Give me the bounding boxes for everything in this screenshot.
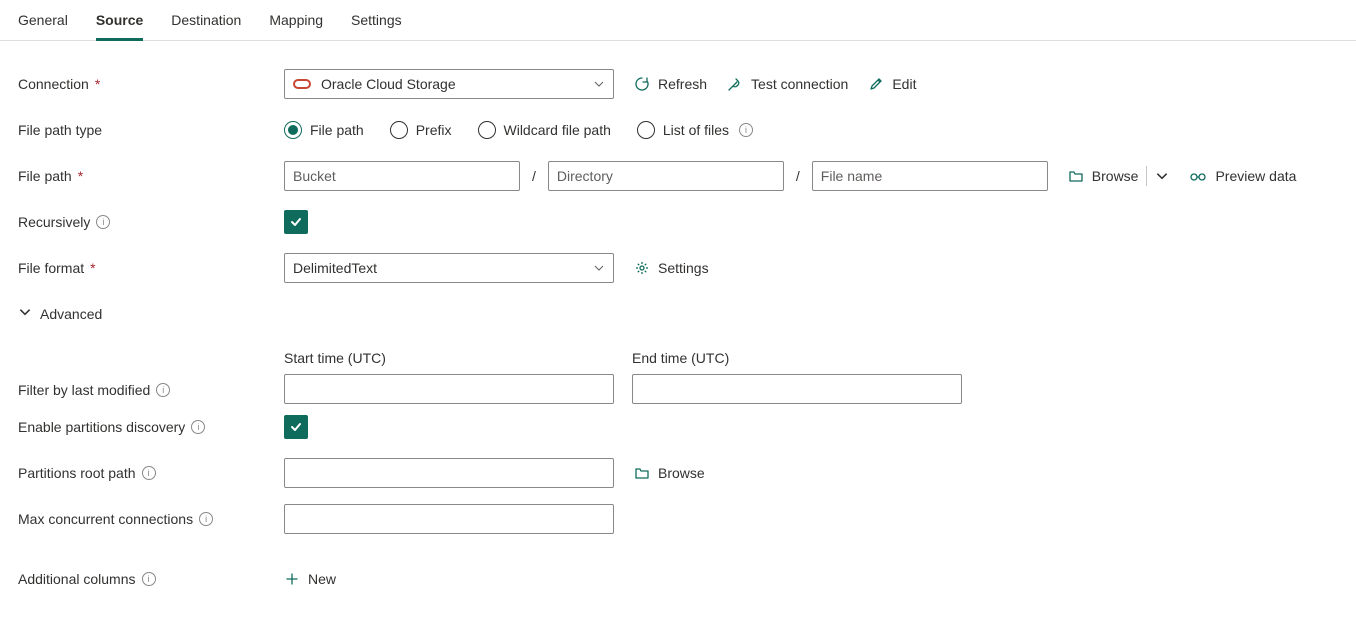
start-time-label: Start time (UTC) — [284, 350, 614, 366]
file-format-label: File format — [18, 260, 84, 276]
new-column-label: New — [308, 571, 336, 587]
recursively-label: Recursively — [18, 214, 90, 230]
partitions-browse-button[interactable]: Browse — [634, 465, 705, 481]
tab-destination[interactable]: Destination — [171, 8, 241, 40]
preview-data-label: Preview data — [1215, 168, 1296, 184]
preview-data-button[interactable]: Preview data — [1189, 168, 1296, 184]
source-form: Connection * Oracle Cloud Storage Refres… — [0, 41, 1356, 632]
connection-label: Connection — [18, 76, 89, 92]
more-menu-button[interactable] — [1155, 169, 1169, 183]
advanced-toggle[interactable]: Advanced — [18, 305, 1338, 322]
file-path-label: File path — [18, 168, 72, 184]
end-time-label: End time (UTC) — [632, 350, 962, 366]
radio-prefix[interactable]: Prefix — [390, 121, 452, 139]
radio-list-of-files-label: List of files — [663, 122, 729, 138]
browse-label: Browse — [1092, 168, 1139, 184]
test-connection-label: Test connection — [751, 76, 848, 92]
pencil-icon — [868, 76, 884, 92]
new-column-button[interactable]: New — [284, 571, 336, 587]
radio-wildcard[interactable]: Wildcard file path — [478, 121, 611, 139]
file-path-type-label: File path type — [18, 122, 102, 138]
edit-button[interactable]: Edit — [868, 76, 916, 92]
filename-input[interactable] — [812, 161, 1048, 191]
chevron-down-icon — [593, 78, 605, 90]
tab-mapping[interactable]: Mapping — [269, 8, 323, 40]
info-icon[interactable]: i — [739, 123, 753, 137]
folder-icon — [634, 465, 650, 481]
glasses-icon — [1189, 168, 1207, 184]
required-marker: * — [90, 260, 95, 276]
filter-last-modified-label: Filter by last modified — [18, 382, 150, 398]
radio-prefix-label: Prefix — [416, 122, 452, 138]
end-time-input[interactable] — [632, 374, 962, 404]
radio-file-path[interactable]: File path — [284, 121, 364, 139]
format-settings-label: Settings — [658, 260, 709, 276]
format-settings-button[interactable]: Settings — [634, 260, 709, 276]
tab-source[interactable]: Source — [96, 8, 143, 41]
additional-columns-label: Additional columns — [18, 571, 136, 587]
radio-file-path-label: File path — [310, 122, 364, 138]
chevron-down-icon — [18, 305, 32, 322]
oracle-icon — [293, 79, 311, 89]
refresh-label: Refresh — [658, 76, 707, 92]
connection-value: Oracle Cloud Storage — [321, 76, 456, 92]
bucket-input[interactable] — [284, 161, 520, 191]
required-marker: * — [95, 76, 100, 92]
test-connection-button[interactable]: Test connection — [727, 76, 848, 92]
radio-list-of-files[interactable]: List of files i — [637, 121, 753, 139]
connection-select[interactable]: Oracle Cloud Storage — [284, 69, 614, 99]
max-concurrent-input[interactable] — [284, 504, 614, 534]
browse-button[interactable]: Browse — [1068, 168, 1139, 184]
tab-bar: General Source Destination Mapping Setti… — [0, 0, 1356, 41]
path-separator: / — [532, 168, 536, 184]
file-format-select[interactable]: DelimitedText — [284, 253, 614, 283]
required-marker: * — [78, 168, 83, 184]
partitions-root-path-input[interactable] — [284, 458, 614, 488]
max-concurrent-label: Max concurrent connections — [18, 511, 193, 527]
file-path-type-radio-group: File path Prefix Wildcard file path List… — [284, 121, 753, 139]
tab-general[interactable]: General — [18, 8, 68, 40]
divider — [1146, 166, 1147, 186]
folder-icon — [1068, 168, 1084, 184]
partitions-root-path-label: Partitions root path — [18, 465, 136, 481]
radio-wildcard-label: Wildcard file path — [504, 122, 611, 138]
enable-partitions-label: Enable partitions discovery — [18, 419, 185, 435]
info-icon[interactable]: i — [96, 215, 110, 229]
info-icon[interactable]: i — [142, 466, 156, 480]
enable-partitions-checkbox[interactable] — [284, 415, 308, 439]
info-icon[interactable]: i — [191, 420, 205, 434]
path-separator: / — [796, 168, 800, 184]
directory-input[interactable] — [548, 161, 784, 191]
tab-settings[interactable]: Settings — [351, 8, 402, 40]
info-icon[interactable]: i — [142, 572, 156, 586]
advanced-label: Advanced — [40, 306, 102, 322]
plus-icon — [284, 571, 300, 587]
chevron-down-icon — [593, 262, 605, 274]
gear-icon — [634, 260, 650, 276]
plug-icon — [727, 76, 743, 92]
info-icon[interactable]: i — [156, 383, 170, 397]
edit-label: Edit — [892, 76, 916, 92]
recursively-checkbox[interactable] — [284, 210, 308, 234]
start-time-input[interactable] — [284, 374, 614, 404]
info-icon[interactable]: i — [199, 512, 213, 526]
partitions-browse-label: Browse — [658, 465, 705, 481]
refresh-icon — [634, 76, 650, 92]
refresh-button[interactable]: Refresh — [634, 76, 707, 92]
file-format-value: DelimitedText — [293, 260, 377, 276]
